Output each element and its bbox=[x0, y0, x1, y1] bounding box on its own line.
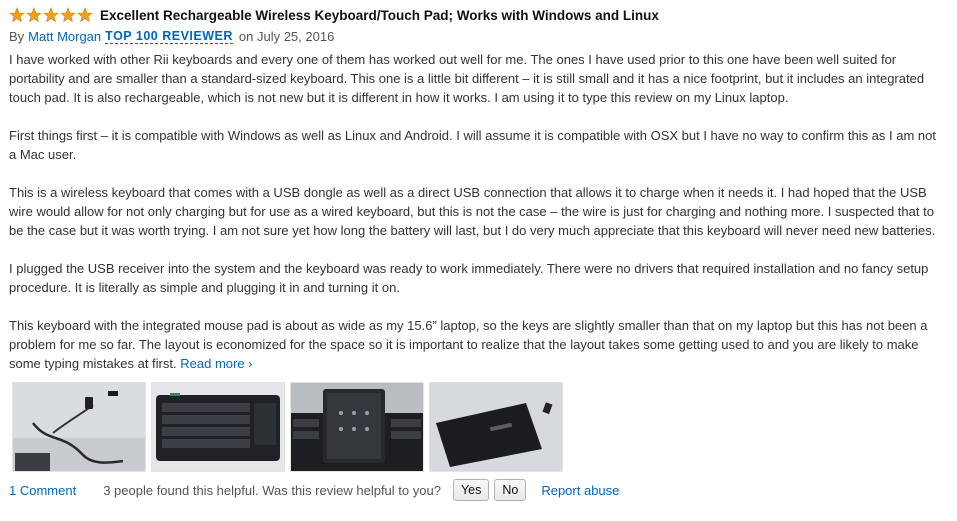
review-date: on July 25, 2016 bbox=[238, 29, 335, 44]
star-icon bbox=[26, 7, 42, 23]
review-byline: By Matt Morgan TOP 100 REVIEWER on July … bbox=[9, 28, 948, 45]
review-paragraph: This is a wireless keyboard that comes w… bbox=[9, 185, 936, 238]
star-icon bbox=[9, 7, 25, 23]
review-image-2[interactable] bbox=[151, 382, 285, 472]
author-link[interactable]: Matt Morgan bbox=[28, 29, 101, 44]
reviewer-badge[interactable]: TOP 100 REVIEWER bbox=[105, 29, 233, 44]
read-more-link[interactable]: Read more › bbox=[180, 356, 252, 371]
helpful-text: 3 people found this helpful. Was this re… bbox=[103, 482, 441, 498]
comments-link[interactable]: 1 Comment bbox=[9, 483, 76, 498]
review-paragraph: I have worked with other Rii keyboards a… bbox=[9, 52, 925, 105]
star-rating bbox=[9, 7, 93, 23]
review-title[interactable]: Excellent Rechargeable Wireless Keyboard… bbox=[100, 8, 659, 23]
review-images bbox=[12, 382, 948, 472]
by-label: By bbox=[9, 29, 25, 44]
helpful-yes-button[interactable]: Yes bbox=[452, 479, 490, 501]
review: Excellent Rechargeable Wireless Keyboard… bbox=[0, 0, 957, 501]
star-icon bbox=[60, 7, 76, 23]
helpful-no-button[interactable]: No bbox=[494, 479, 527, 501]
review-image-1[interactable] bbox=[12, 382, 146, 472]
review-paragraph: I plugged the USB receiver into the syst… bbox=[9, 261, 929, 295]
star-icon bbox=[77, 7, 93, 23]
review-paragraph-last: This keyboard with the integrated mouse … bbox=[9, 316, 944, 373]
review-paragraph-text: This keyboard with the integrated mouse … bbox=[9, 318, 928, 371]
review-image-4[interactable] bbox=[429, 382, 563, 472]
star-icon bbox=[43, 7, 59, 23]
review-header: Excellent Rechargeable Wireless Keyboard… bbox=[9, 6, 948, 24]
review-body: I have worked with other Rii keyboards a… bbox=[9, 50, 944, 373]
review-paragraph: First things first – it is compatible wi… bbox=[9, 128, 936, 162]
review-footer: 1 Comment 3 people found this helpful. W… bbox=[9, 479, 948, 501]
review-image-3[interactable] bbox=[290, 382, 424, 472]
report-abuse-link[interactable]: Report abuse bbox=[541, 483, 619, 498]
